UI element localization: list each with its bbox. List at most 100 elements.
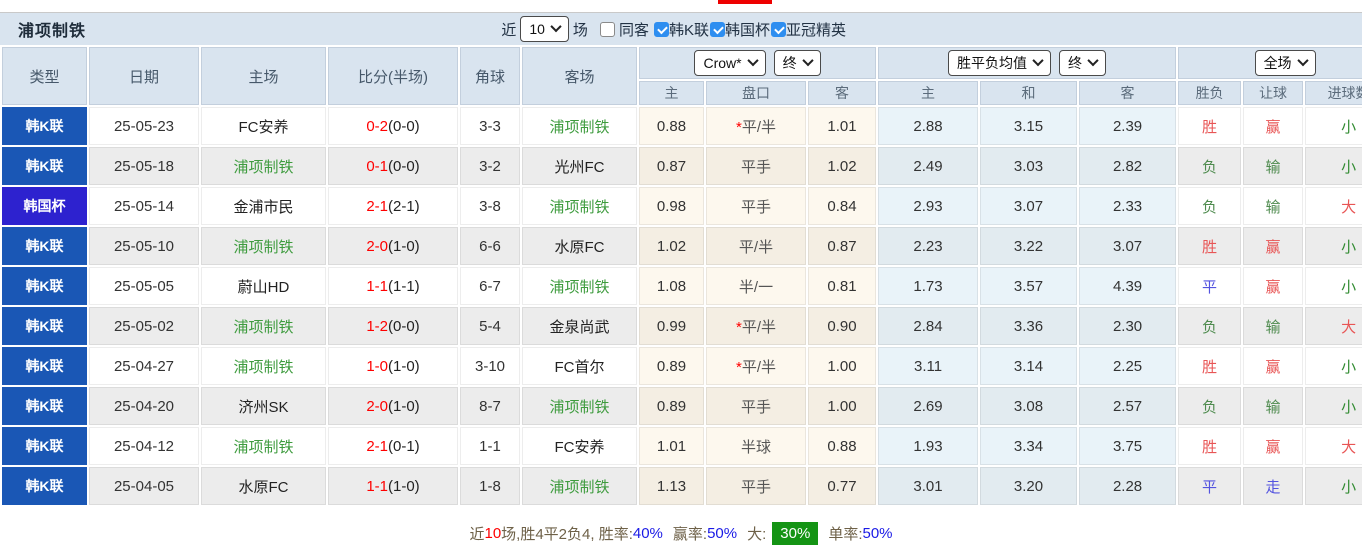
asian-handicap: 平手: [706, 467, 806, 505]
euro-home-odds: 2.69: [878, 387, 978, 425]
bookmaker-select-value: Crow*: [703, 55, 741, 71]
result-group-header: 全场: [1178, 47, 1362, 79]
result-cell: 负: [1178, 147, 1241, 185]
score-cell: 1-0(1-0): [328, 347, 458, 385]
table-row: 韩K联 25-05-05 蔚山HD 1-1(1-1) 6-7 浦项制铁 1.08…: [2, 267, 1362, 305]
euro-draw-odds: 3.34: [980, 427, 1077, 465]
euro-home-odds: 2.88: [878, 107, 978, 145]
filter-checkbox-kleague[interactable]: [654, 22, 669, 37]
table-row: 韩K联 25-05-02 浦项制铁 1-2(0-0) 5-4 金泉尚武 0.99…: [2, 307, 1362, 345]
handicap-text: 平/半: [742, 319, 776, 336]
date-cell: 25-04-27: [89, 347, 199, 385]
type-badge: 韩K联: [2, 267, 87, 305]
asian-home-odds: 0.99: [639, 307, 704, 345]
halftime-score: (1-0): [388, 478, 420, 495]
matches-count-select[interactable]: 10: [520, 16, 569, 42]
corners-cell: 3-3: [460, 107, 520, 145]
goals-result-cell: 小: [1305, 467, 1362, 505]
match-stats-page: 浦项制铁 近 10 场 同客 韩K联 韩国杯 亚冠精英 类型: [0, 0, 1362, 549]
chevron-down-icon: [1032, 55, 1043, 66]
home-team: 浦项制铁: [201, 307, 326, 345]
asian-home-odds: 0.88: [639, 107, 704, 145]
away-team: FC安养: [522, 427, 637, 465]
bookmaker-select[interactable]: Crow*: [694, 50, 765, 76]
chevron-down-icon: [802, 55, 813, 66]
away-team: 浦项制铁: [522, 267, 637, 305]
corners-cell: 8-7: [460, 387, 520, 425]
date-cell: 25-05-23: [89, 107, 199, 145]
handicap-result-cell: 输: [1243, 387, 1303, 425]
sub-header-euro-away: 客: [1079, 81, 1176, 105]
score-cell: 0-2(0-0): [328, 107, 458, 145]
top-tab-indicator: [718, 0, 772, 4]
asian-handicap: 半球: [706, 427, 806, 465]
filter-checkbox-koreancup[interactable]: [710, 22, 725, 37]
result-cell: 负: [1178, 387, 1241, 425]
handicap-result-cell: 赢: [1243, 227, 1303, 265]
euro-home-odds: 2.93: [878, 187, 978, 225]
result-cell: 胜: [1178, 227, 1241, 265]
euro-draw-odds: 3.20: [980, 467, 1077, 505]
euro-period-select[interactable]: 终: [1059, 50, 1106, 76]
handicap-text: 平手: [741, 399, 771, 416]
asian-away-odds: 1.00: [808, 387, 876, 425]
table-row: 韩国杯 25-05-14 金浦市民 2-1(2-1) 3-8 浦项制铁 0.98…: [2, 187, 1362, 225]
asian-odds-group-header: Crow* 终: [639, 47, 876, 79]
euro-away-odds: 2.33: [1079, 187, 1176, 225]
euro-home-odds: 1.93: [878, 427, 978, 465]
asian-home-odds: 0.98: [639, 187, 704, 225]
euro-draw-odds: 3.36: [980, 307, 1077, 345]
goals-result-cell: 大: [1305, 187, 1362, 225]
asian-home-odds: 0.87: [639, 147, 704, 185]
asian-handicap: *平/半: [706, 107, 806, 145]
same-venue-checkbox[interactable]: [600, 22, 615, 37]
col-header-date: 日期: [89, 47, 199, 105]
type-badge: 韩K联: [2, 427, 87, 465]
fulltime-score: 0-1: [366, 158, 388, 175]
summary-big-rate: 30%: [772, 522, 818, 545]
table-row: 韩K联 25-04-05 水原FC 1-1(1-0) 1-8 浦项制铁 1.13…: [2, 467, 1362, 505]
away-team: 浦项制铁: [522, 387, 637, 425]
handicap-text: 平/半: [739, 239, 773, 256]
chevron-down-icon: [550, 21, 561, 32]
fulltime-score: 1-0: [366, 358, 388, 375]
goals-result-cell: 大: [1305, 427, 1362, 465]
summary-big-label: 大:: [747, 523, 766, 544]
summary-bar: 近10场,胜4平2负4, 胜率:40%赢率:50%大:30%单率:50%: [0, 518, 1362, 549]
handicap-result-cell: 输: [1243, 187, 1303, 225]
col-header-score: 比分(半场): [328, 47, 458, 105]
result-cell: 胜: [1178, 427, 1241, 465]
date-cell: 25-05-05: [89, 267, 199, 305]
fulltime-score: 2-0: [366, 398, 388, 415]
score-cell: 2-0(1-0): [328, 387, 458, 425]
fulltime-score: 0-2: [366, 118, 388, 135]
fulltime-score: 2-1: [366, 198, 388, 215]
home-team: 济州SK: [201, 387, 326, 425]
fulltime-score: 1-1: [366, 278, 388, 295]
euro-away-odds: 3.75: [1079, 427, 1176, 465]
fulltime-scope-select[interactable]: 全场: [1255, 50, 1316, 76]
handicap-result-cell: 输: [1243, 147, 1303, 185]
goals-result-cell: 小: [1305, 227, 1362, 265]
asian-away-odds: 0.81: [808, 267, 876, 305]
asian-period-select[interactable]: 终: [774, 50, 821, 76]
chevron-down-icon: [1087, 55, 1098, 66]
handicap-text: 半/一: [739, 279, 773, 296]
goals-result-cell: 小: [1305, 147, 1362, 185]
score-cell: 1-1(1-0): [328, 467, 458, 505]
filter-checkbox-acl[interactable]: [771, 22, 786, 37]
result-cell: 负: [1178, 187, 1241, 225]
handicap-text: 半球: [741, 439, 771, 456]
odds-average-select[interactable]: 胜平负均值: [948, 50, 1051, 76]
result-cell: 平: [1178, 467, 1241, 505]
score-cell: 2-1(2-1): [328, 187, 458, 225]
result-cell: 负: [1178, 307, 1241, 345]
handicap-result-cell: 赢: [1243, 427, 1303, 465]
filter-controls: 近 10 场 同客 韩K联 韩国杯 亚冠精英: [497, 16, 846, 42]
halftime-score: (2-1): [388, 198, 420, 215]
euro-draw-odds: 3.08: [980, 387, 1077, 425]
sub-header-asian-away: 客: [808, 81, 876, 105]
euro-draw-odds: 3.57: [980, 267, 1077, 305]
home-team: 浦项制铁: [201, 227, 326, 265]
away-team: 金泉尚武: [522, 307, 637, 345]
